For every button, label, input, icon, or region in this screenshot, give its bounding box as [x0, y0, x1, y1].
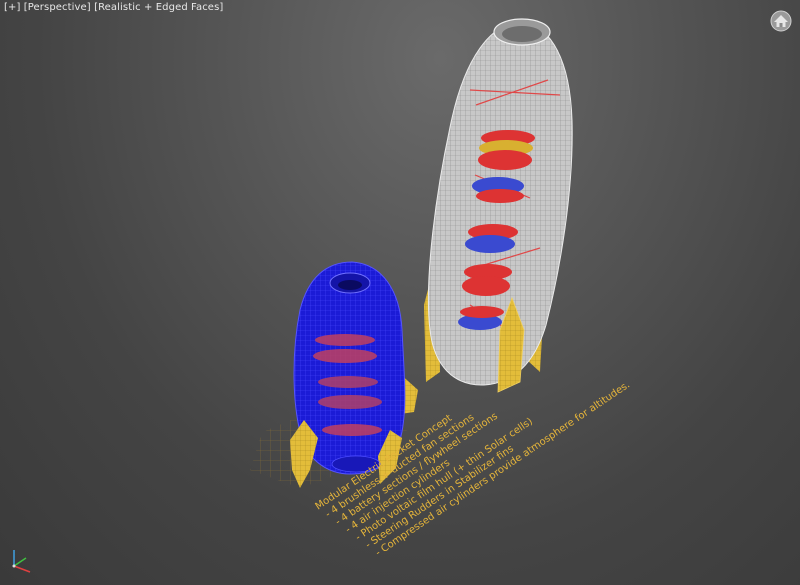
axis-tripod-icon: [4, 544, 38, 578]
white-rocket-model[interactable]: [424, 18, 573, 393]
viewport-scene[interactable]: Modular Electric Rocket Concept - 4 brus…: [0, 0, 800, 585]
